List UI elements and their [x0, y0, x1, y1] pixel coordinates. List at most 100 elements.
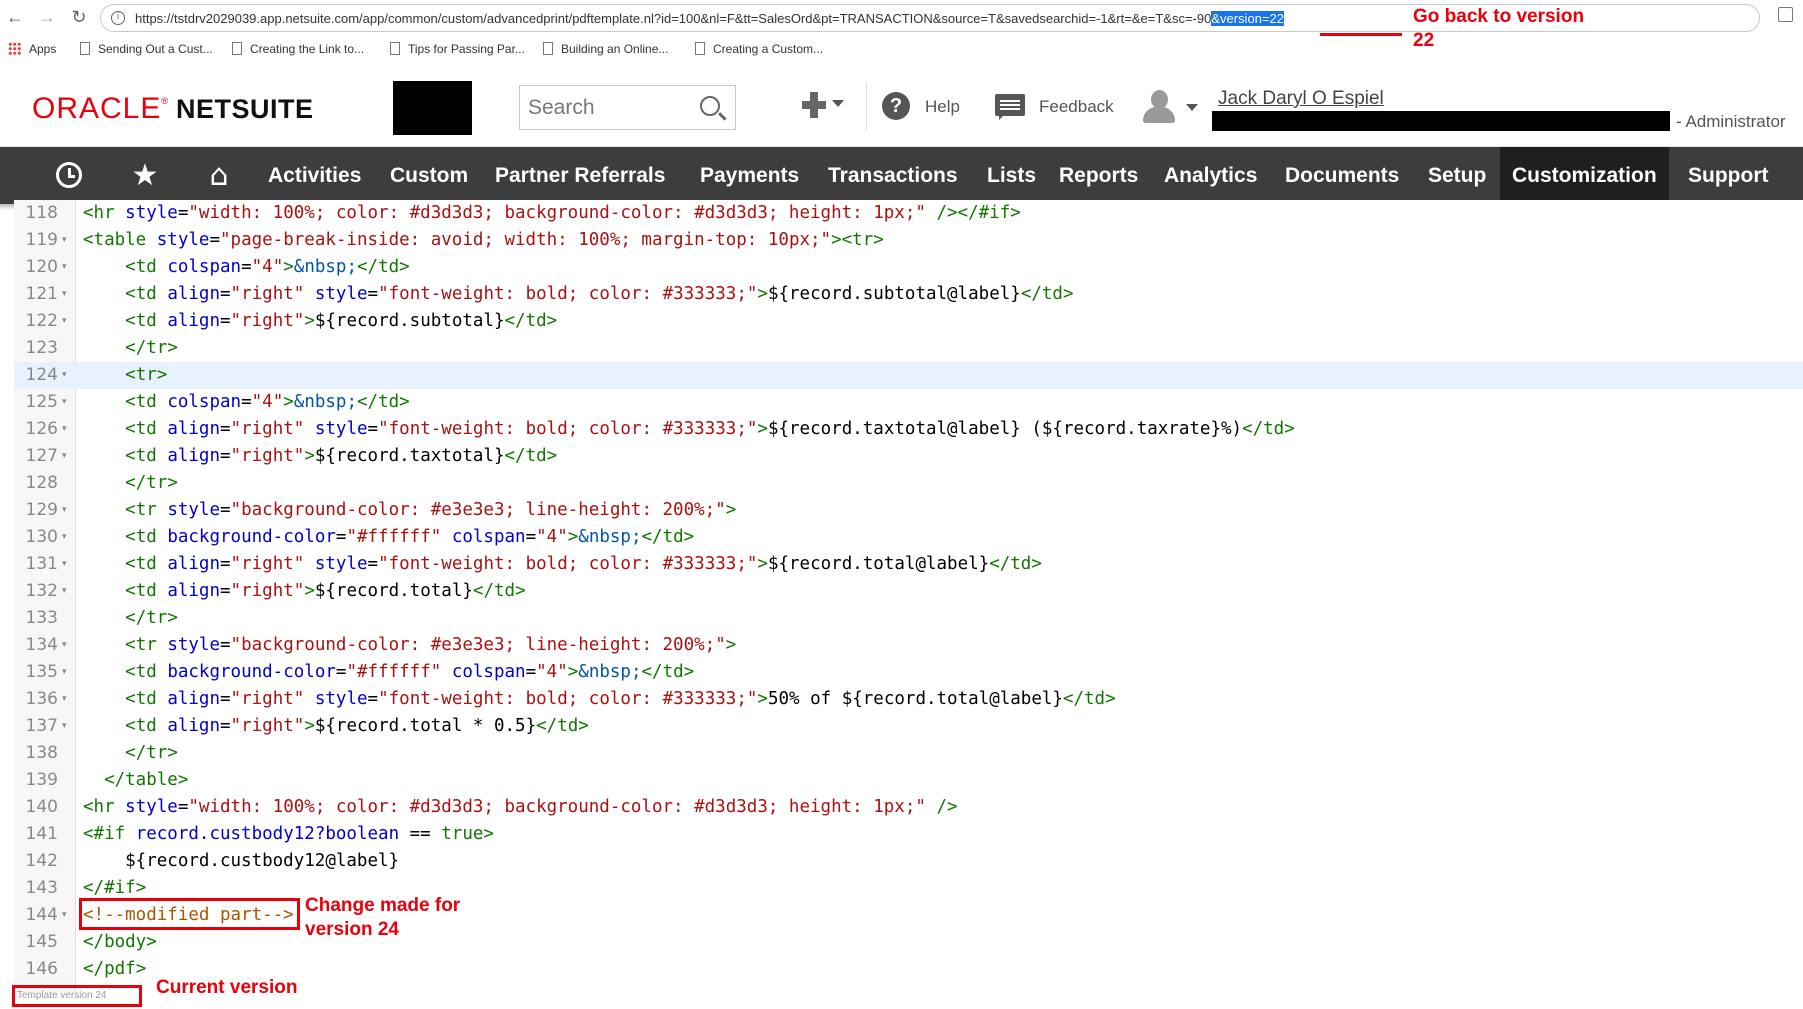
- code-line[interactable]: 123 </tr>: [14, 335, 1803, 362]
- bookmark-apps[interactable]: Apps: [8, 42, 56, 56]
- fold-arrow-icon[interactable]: ▾: [62, 524, 72, 551]
- global-search[interactable]: [519, 85, 736, 130]
- fold-arrow-icon[interactable]: ▾: [62, 362, 72, 389]
- fold-arrow-icon[interactable]: ▾: [62, 713, 72, 740]
- bookmark-label: Building an Online...: [561, 42, 669, 56]
- fold-arrow-icon[interactable]: ▾: [62, 443, 72, 470]
- annotation-change-line1: Change made for: [305, 895, 461, 916]
- help-icon[interactable]: ?: [882, 92, 910, 120]
- fold-arrow-icon[interactable]: ▾: [62, 686, 72, 713]
- code-text: <td background-color="#ffffff" colspan="…: [125, 662, 695, 682]
- code-line[interactable]: 134 ▾ <tr style="background-color: #e3e3e…: [14, 632, 1803, 659]
- code-line[interactable]: 119 ▾ <table style="page-break-inside: avo…: [14, 227, 1803, 254]
- nav-customization[interactable]: Customization: [1500, 147, 1669, 204]
- search-input[interactable]: [528, 95, 688, 121]
- code-line[interactable]: 138 </tr>: [14, 740, 1803, 767]
- help-link[interactable]: Help: [925, 97, 960, 117]
- fold-arrow-icon[interactable]: ▾: [62, 902, 72, 929]
- code-line[interactable]: 129 ▾ <tr style="background-color: #e3e3e…: [14, 497, 1803, 524]
- line-number: 145: [25, 932, 58, 952]
- user-avatar-icon[interactable]: [1140, 90, 1178, 124]
- extension-icon[interactable]: [1778, 7, 1793, 22]
- nav-setup[interactable]: Setup: [1428, 147, 1486, 204]
- code-line[interactable]: 141 <#if record.custbody12?boolean == tru…: [14, 821, 1803, 848]
- nav-custom[interactable]: Custom: [390, 147, 468, 204]
- info-icon[interactable]: i: [111, 11, 125, 25]
- code-line[interactable]: 127 ▾ <td align="right">${record.taxtotal…: [14, 443, 1803, 470]
- star-icon[interactable]: ★: [128, 147, 162, 204]
- recent-records-icon[interactable]: [56, 162, 82, 188]
- fold-arrow-icon[interactable]: ▾: [62, 578, 72, 605]
- feedback-link[interactable]: Feedback: [1039, 97, 1114, 117]
- nav-activities[interactable]: Activities: [268, 147, 361, 204]
- code-line[interactable]: 145 </body>: [14, 929, 1803, 956]
- line-number: 124: [25, 365, 58, 385]
- fold-arrow-icon[interactable]: ▾: [62, 389, 72, 416]
- code-line[interactable]: 142 ${record.custbody12@label}: [14, 848, 1803, 875]
- redacted-account: [1212, 111, 1670, 131]
- code-line[interactable]: 121 ▾ <td align="right" style="font-weigh…: [14, 281, 1803, 308]
- bookmark-item[interactable]: Creating a Custom...: [695, 42, 823, 56]
- code-line[interactable]: 125 ▾ <td colspan="4">&nbsp;</td>: [14, 389, 1803, 416]
- nav-transactions[interactable]: Transactions: [828, 147, 958, 204]
- line-number: 127: [25, 446, 58, 466]
- code-line[interactable]: 131 ▾ <td align="right" style="font-weigh…: [14, 551, 1803, 578]
- nav-analytics[interactable]: Analytics: [1164, 147, 1257, 204]
- nav-lists[interactable]: Lists: [987, 147, 1036, 204]
- code-line[interactable]: 118 <hr style="width: 100%; color: #d3d3d…: [14, 200, 1803, 227]
- code-text: </table>: [104, 770, 189, 790]
- bookmark-item[interactable]: Tips for Passing Par...: [390, 42, 525, 56]
- code-editor[interactable]: 118 <hr style="width: 100%; color: #d3d3d…: [14, 200, 1803, 992]
- fold-arrow-icon[interactable]: ▾: [62, 416, 72, 443]
- code-line[interactable]: 140 <hr style="width: 100%; color: #d3d3d…: [14, 794, 1803, 821]
- fold-arrow-icon[interactable]: ▾: [62, 254, 72, 281]
- fold-arrow-icon[interactable]: ▾: [62, 308, 72, 335]
- forward-arrow-icon[interactable]: →: [36, 6, 58, 28]
- bookmark-item[interactable]: Creating the Link to...: [232, 42, 364, 56]
- fold-arrow-icon[interactable]: ▾: [62, 281, 72, 308]
- annotation-current-version: Current version: [156, 977, 298, 998]
- line-number: 138: [25, 743, 58, 763]
- nav-partner-referrals[interactable]: Partner Referrals: [495, 147, 665, 204]
- fold-arrow-icon[interactable]: ▾: [62, 551, 72, 578]
- chevron-down-icon[interactable]: [1186, 104, 1198, 111]
- home-icon[interactable]: ⌂: [200, 147, 238, 204]
- code-line[interactable]: 120 ▾ <td colspan="4">&nbsp;</td>: [14, 254, 1803, 281]
- code-line[interactable]: 136 ▾ <td align="right" style="font-weigh…: [14, 686, 1803, 713]
- code-text: <td align="right" style="font-weight: bo…: [125, 554, 1042, 574]
- code-line[interactable]: 139 </table>: [14, 767, 1803, 794]
- code-line[interactable]: 122 ▾ <td align="right">${record.subtotal…: [14, 308, 1803, 335]
- code-line[interactable]: 135 ▾ <td background-color="#ffffff" cols…: [14, 659, 1803, 686]
- line-number: 121: [25, 284, 58, 304]
- code-line[interactable]: 132 ▾ <td align="right">${record.total}</…: [14, 578, 1803, 605]
- nav-payments[interactable]: Payments: [700, 147, 799, 204]
- bookmark-item[interactable]: Sending Out a Cust...: [80, 42, 213, 56]
- code-line[interactable]: 126 ▾ <td align="right" style="font-weigh…: [14, 416, 1803, 443]
- back-arrow-icon[interactable]: ←: [4, 6, 26, 28]
- code-line[interactable]: 137 ▾ <td align="right">${record.total * …: [14, 713, 1803, 740]
- user-name[interactable]: Jack Daryl O Espiel: [1218, 88, 1384, 110]
- bookmark-item[interactable]: Building an Online...: [543, 42, 668, 56]
- url-underline-annotation: [1320, 33, 1402, 36]
- nav-reports[interactable]: Reports: [1059, 147, 1138, 204]
- fold-arrow-icon[interactable]: ▾: [62, 497, 72, 524]
- code-line[interactable]: 133 </tr>: [14, 605, 1803, 632]
- url-text[interactable]: https://tstdrv2029039.app.netsuite.com/a…: [135, 11, 1284, 26]
- oracle-netsuite-logo[interactable]: ORACLE® NETSUITE: [32, 92, 314, 126]
- feedback-icon[interactable]: [995, 94, 1025, 120]
- nav-support[interactable]: Support: [1688, 147, 1768, 204]
- code-line[interactable]: 124 ▾ <tr>: [14, 362, 1803, 389]
- fold-arrow-icon[interactable]: ▾: [62, 659, 72, 686]
- page-icon: [543, 42, 553, 55]
- fold-arrow-icon[interactable]: ▾: [62, 227, 72, 254]
- code-text: <tr>: [125, 365, 168, 385]
- nav-documents[interactable]: Documents: [1285, 147, 1399, 204]
- reload-icon[interactable]: ↻: [68, 6, 90, 28]
- code-line[interactable]: 130 ▾ <td background-color="#ffffff" cols…: [14, 524, 1803, 551]
- code-line[interactable]: 128 </tr>: [14, 470, 1803, 497]
- search-icon[interactable]: [700, 96, 720, 116]
- fold-arrow-icon[interactable]: ▾: [62, 632, 72, 659]
- chevron-down-icon[interactable]: [832, 100, 844, 107]
- code-text: </pdf>: [83, 959, 147, 979]
- create-new-icon[interactable]: [802, 92, 826, 118]
